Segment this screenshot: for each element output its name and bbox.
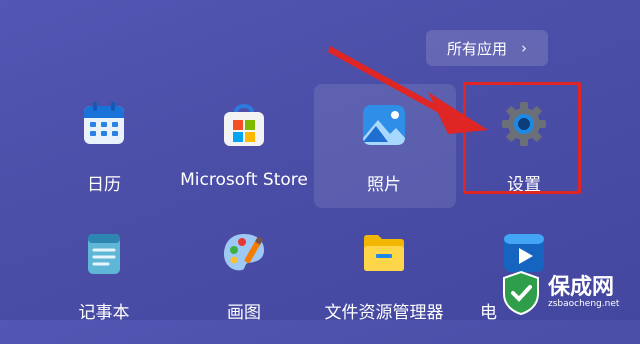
app-label: 记事本 <box>78 303 130 323</box>
app-tile-photos[interactable]: 照片 <box>314 86 454 216</box>
watermark-text: 保成网 <box>548 275 615 300</box>
paint-icon <box>224 234 264 271</box>
shield-icon <box>503 270 539 316</box>
store-icon <box>224 104 264 146</box>
app-tile-notepad[interactable]: 记事本 <box>34 214 174 344</box>
notepad-icon <box>88 234 120 274</box>
app-tile-paint[interactable]: 画图 <box>174 214 314 344</box>
app-label: 画图 <box>227 303 261 323</box>
folder-icon <box>364 235 404 271</box>
all-apps-label: 所有应用 <box>446 39 507 58</box>
app-label: Microsoft Store <box>180 170 308 190</box>
all-apps-button[interactable]: 所有应用 › <box>426 30 548 66</box>
watermark-url: zsbaocheng.net <box>548 299 620 309</box>
chevron-right-icon: › <box>521 39 527 57</box>
app-label: 照片 <box>367 175 401 195</box>
app-tile-file-explorer[interactable]: 文件资源管理器 <box>314 214 454 344</box>
calendar-icon <box>84 102 124 144</box>
app-tile-microsoft-store[interactable]: Microsoft Store <box>174 86 314 216</box>
photos-icon <box>363 105 405 145</box>
app-label: 文件资源管理器 <box>324 303 444 323</box>
app-tile-calendar[interactable]: 日历 <box>34 86 174 216</box>
app-label: 日历 <box>87 175 121 195</box>
watermark: 保成网 zsbaocheng.net <box>500 266 640 320</box>
annotation-highlight-box <box>463 82 581 194</box>
